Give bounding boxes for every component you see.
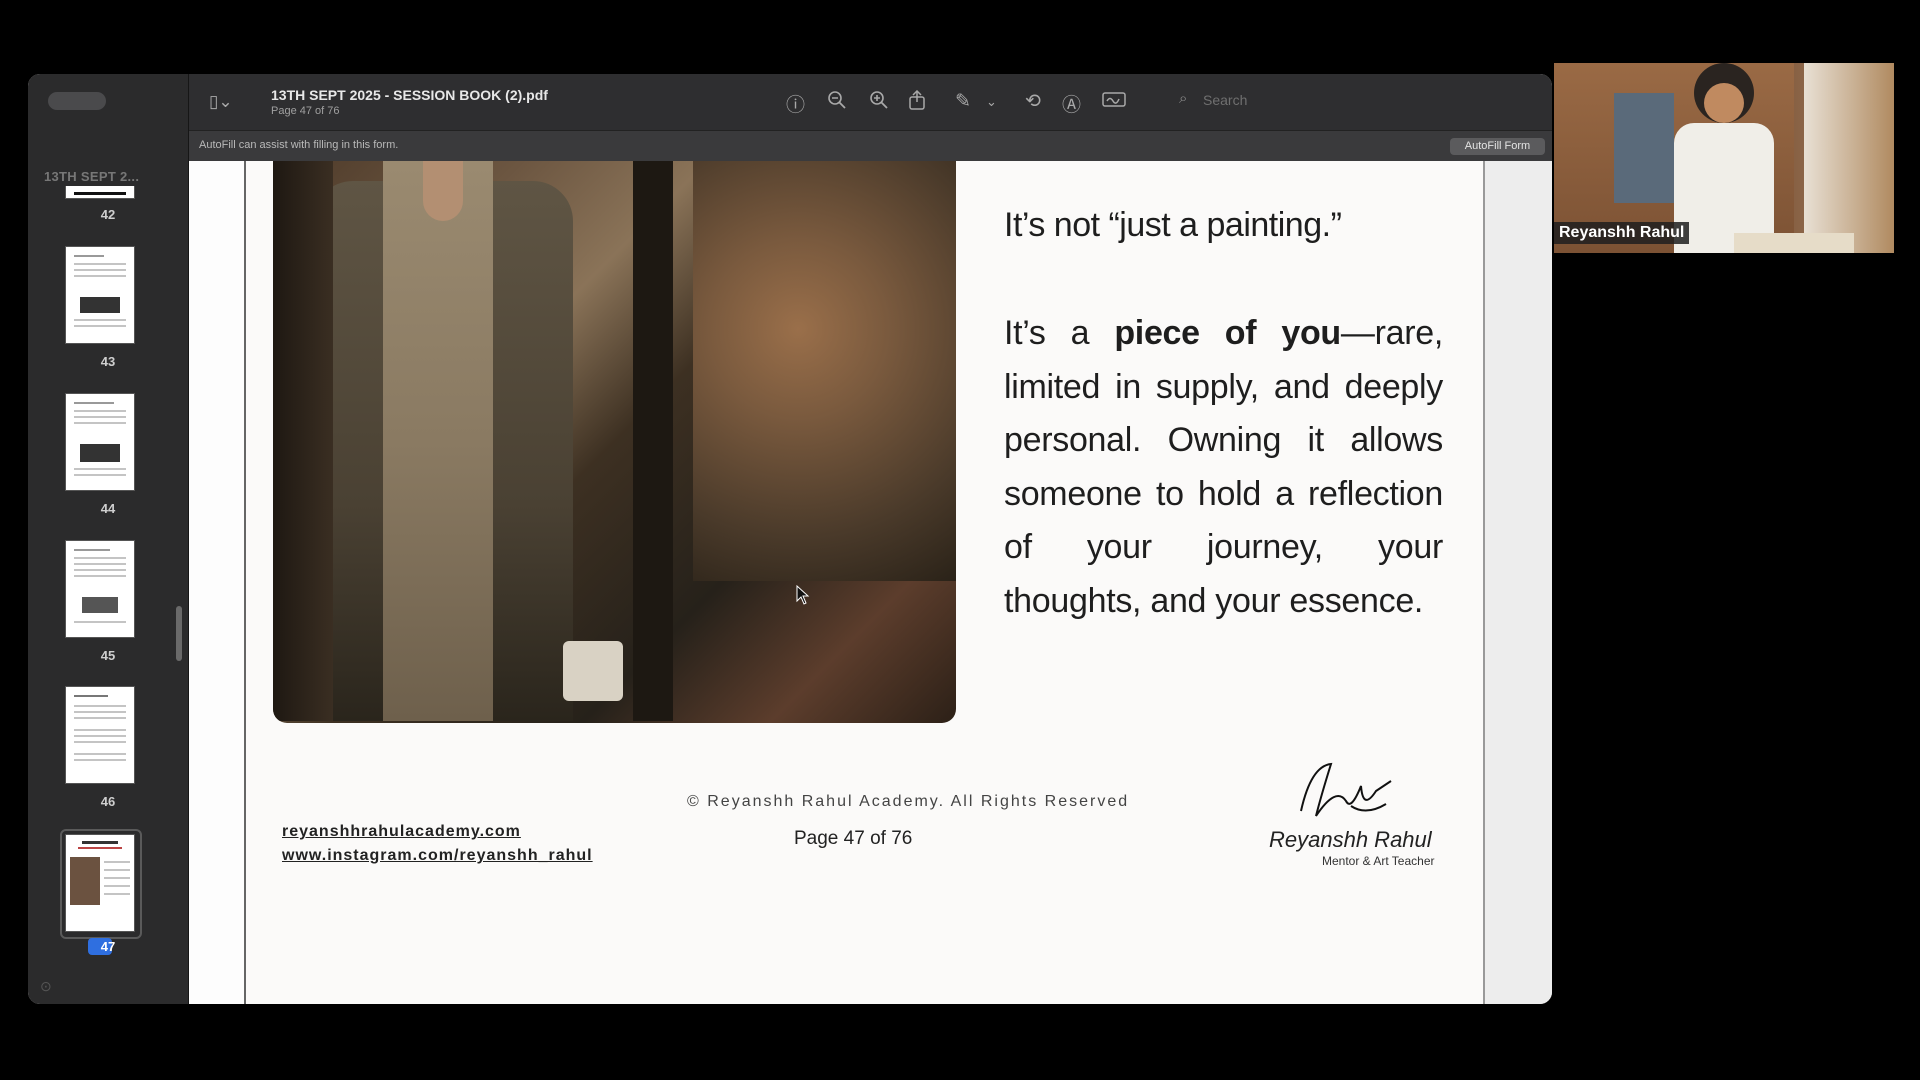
autofill-banner: AutoFill can assist with filling in this…: [189, 130, 1552, 161]
copyright-text: © Reyanshh Rahul Academy. All Rights Res…: [687, 793, 1130, 810]
instagram-link[interactable]: www.instagram.com/reyanshh_rahul: [282, 847, 593, 865]
sidebar-toggle-icon[interactable]: ▯⌄: [209, 92, 233, 112]
signature-image: [1300, 762, 1392, 817]
para-rest: —rare, limited in supply, and deeply per…: [1004, 314, 1443, 620]
author-role: Mentor & Art Teacher: [1322, 854, 1435, 868]
para-start: It’s a: [1004, 314, 1115, 352]
info-icon[interactable]: ⓘ: [786, 90, 805, 117]
thumbnail-label: 43: [100, 354, 116, 369]
quote-heading: It’s not “just a painting.”: [1004, 206, 1342, 244]
sidebar-title: 13TH SEPT 2...: [44, 169, 140, 184]
page-margin: [189, 161, 244, 1004]
website-link[interactable]: reyanshhrahulacademy.com: [282, 823, 521, 841]
chevron-down-icon[interactable]: ⌄: [986, 94, 997, 110]
rotate-icon[interactable]: ⟲: [1025, 90, 1041, 113]
mouse-cursor-icon: [796, 585, 810, 605]
search-icon: ⌕: [1179, 90, 1188, 107]
pdf-page: It’s not “just a painting.” It’s a piece…: [244, 161, 1485, 1004]
toolbar: ▯⌄ 13TH SEPT 2025 - SESSION BOOK (2).pdf…: [189, 74, 1552, 130]
document-subtitle: Page 47 of 76: [271, 105, 340, 117]
thumbnail-page-47[interactable]: [65, 834, 135, 932]
participant-video-tile[interactable]: Reyanshh Rahul: [1554, 63, 1894, 253]
settings-icon[interactable]: ⊙: [40, 978, 52, 995]
para-bold: piece of you: [1114, 314, 1341, 352]
thumbnail-page-44[interactable]: [65, 393, 135, 491]
annotate-icon[interactable]: Ⓐ: [1062, 90, 1081, 117]
document-title: 13TH SEPT 2025 - SESSION BOOK (2).pdf: [271, 87, 548, 103]
autofill-form-button[interactable]: AutoFill Form: [1450, 138, 1545, 155]
thumbnail-page-42[interactable]: [65, 186, 135, 199]
search-placeholder: Search: [1203, 92, 1248, 108]
zoom-in-icon[interactable]: [869, 90, 889, 116]
painting-photo: [273, 161, 956, 723]
share-icon[interactable]: [908, 89, 926, 116]
preview-window: 13TH SEPT 2... 42 43 44 45 46 47 ⊙ ▯⌄ 13…: [28, 74, 1552, 1004]
sidebar-scrollbar[interactable]: [176, 606, 182, 661]
thumbnail-label: 42: [100, 207, 116, 222]
thumbnail-page-46[interactable]: [65, 686, 135, 784]
thumbnail-label: 44: [100, 501, 116, 516]
participant-name: Reyanshh Rahul: [1554, 222, 1690, 244]
autofill-message: AutoFill can assist with filling in this…: [199, 139, 399, 151]
thumbnail-page-43[interactable]: [65, 246, 135, 344]
body-paragraph: It’s a piece of you—rare, limited in sup…: [1004, 307, 1443, 628]
thumbnail-label: 45: [100, 648, 116, 663]
thumbnail-sidebar: 13TH SEPT 2... 42 43 44 45 46 47 ⊙: [28, 74, 189, 1004]
zoom-out-icon[interactable]: [827, 90, 847, 116]
document-viewer: It’s not “just a painting.” It’s a piece…: [189, 161, 1552, 1004]
thumbnail-label: 46: [100, 794, 116, 809]
author-name: Reyanshh Rahul: [1269, 827, 1432, 852]
search-field[interactable]: ⌕ Search: [1179, 90, 1359, 112]
markup-pen-icon[interactable]: ✎: [955, 90, 971, 113]
thumbnail-page-45[interactable]: [65, 540, 135, 638]
window-controls[interactable]: [48, 92, 106, 110]
page-number: Page 47 of 76: [794, 828, 913, 849]
sign-icon[interactable]: [1102, 90, 1126, 114]
thumbnail-label-selected: 47: [100, 939, 116, 954]
